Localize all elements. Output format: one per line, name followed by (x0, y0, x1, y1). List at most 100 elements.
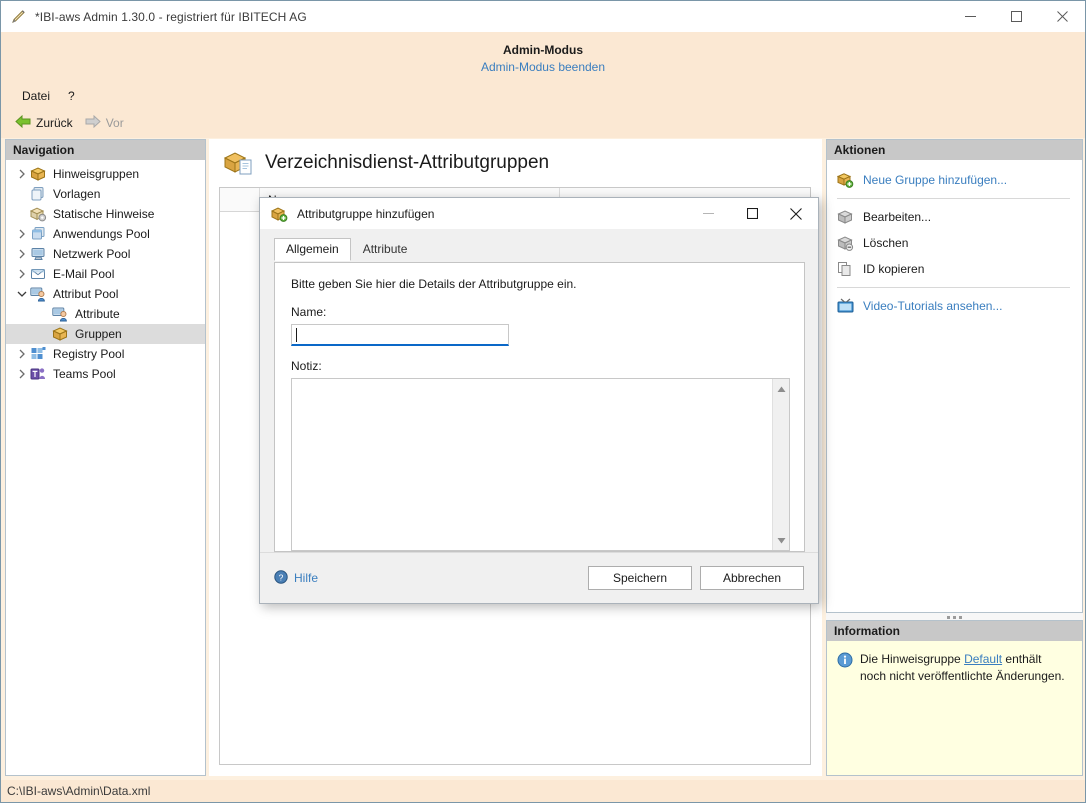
tab-allgemein[interactable]: Allgemein (274, 238, 351, 261)
templates-icon (30, 186, 47, 202)
sidebar-item-label: Attribut Pool (53, 287, 119, 301)
sidebar-item-registry-pool[interactable]: Registry Pool (6, 344, 205, 364)
dialog-minimize-button[interactable] (686, 198, 730, 229)
sidebar-item-label: Teams Pool (53, 367, 116, 381)
teams-icon (30, 366, 47, 382)
information-panel: Information Die Hinweisgruppe Default en… (826, 620, 1083, 776)
admin-mode-title: Admin-Modus (503, 42, 583, 57)
tv-icon (837, 298, 855, 314)
sidebar-item-anwendungs-pool[interactable]: Anwendungs Pool (6, 224, 205, 244)
dialog-action-buttons: Speichern Abbrechen (588, 566, 804, 590)
dialog-title-bar: Attributgruppe hinzufügen (260, 198, 818, 229)
forward-button[interactable]: Vor (79, 113, 130, 133)
admin-mode-exit-link[interactable]: Admin-Modus beenden (481, 60, 605, 74)
navigation-panel: Navigation Hinweisgruppen Vorlagen Statisc… (5, 139, 206, 776)
back-label: Zurück (36, 116, 73, 130)
dialog-title: Attributgruppe hinzufügen (297, 206, 435, 221)
directory-group-icon (223, 149, 253, 177)
sidebar-item-attribute[interactable]: Attribute (6, 304, 205, 324)
actions-panel: Aktionen Neue Gruppe hinzufügen... Bearbe… (826, 139, 1083, 613)
menu-bar: Datei ? (1, 84, 1085, 108)
back-arrow-icon (15, 114, 31, 131)
maximize-button[interactable] (993, 1, 1039, 32)
action-item-bearbeiten[interactable]: Bearbeiten... (827, 204, 1082, 230)
sidebar-item-label: Gruppen (75, 327, 122, 341)
actions-list: Neue Gruppe hinzufügen... Bearbeiten... Lö… (827, 160, 1082, 319)
sidebar-item-label: Hinweisgruppen (53, 167, 140, 181)
dialog-maximize-button[interactable] (730, 198, 774, 229)
dialog-tab-pane: Bitte geben Sie hier die Details der Att… (274, 262, 805, 552)
scroll-up-icon[interactable] (777, 382, 786, 396)
information-text: Die Hinweisgruppe Default enthält noch n… (860, 651, 1070, 685)
sidebar-item-gruppen[interactable]: Gruppen (6, 324, 205, 344)
chevron-right-icon[interactable] (14, 249, 30, 259)
info-icon (837, 652, 853, 668)
information-header: Information (827, 621, 1082, 641)
chevron-right-icon[interactable] (14, 349, 30, 359)
cancel-button[interactable]: Abbrechen (700, 566, 804, 590)
action-item-l-schen[interactable]: Löschen (827, 230, 1082, 256)
notiz-text-region[interactable] (292, 379, 772, 550)
add-package-icon (270, 206, 288, 222)
notiz-field-label: Notiz: (291, 359, 322, 373)
scroll-down-icon[interactable] (777, 533, 786, 547)
notiz-textarea[interactable] (291, 378, 790, 551)
sidebar-item-label: Anwendungs Pool (53, 227, 150, 241)
admin-mode-banner: Admin-Modus Admin-Modus beenden (1, 32, 1085, 84)
sidebar-item-netzwerk-pool[interactable]: Netzwerk Pool (6, 244, 205, 264)
status-bar-path: C:\IBI-aws\Admin\Data.xml (7, 784, 151, 798)
attribute-pool-icon (30, 286, 47, 302)
menu-item-help[interactable]: ? (59, 87, 84, 105)
network-icon (30, 246, 47, 262)
dialog-close-button[interactable] (774, 198, 818, 229)
chevron-right-icon[interactable] (14, 369, 30, 379)
tab-attribute[interactable]: Attribute (351, 238, 420, 261)
help-icon: ? (274, 569, 288, 587)
dialog-window-controls (686, 198, 818, 229)
minimize-button[interactable] (947, 1, 993, 32)
package-orange-icon (52, 326, 69, 342)
applications-icon (30, 226, 47, 242)
action-item-neue-gruppe-hinzuf-gen[interactable]: Neue Gruppe hinzufügen... (827, 167, 1082, 193)
sidebar-item-e-mail-pool[interactable]: E-Mail Pool (6, 264, 205, 284)
sidebar-item-teams-pool[interactable]: Teams Pool (6, 364, 205, 384)
sidebar-item-label: Registry Pool (53, 347, 125, 361)
sidebar-item-attribut-pool[interactable]: Attribut Pool (6, 284, 205, 304)
sidebar-item-label: E-Mail Pool (53, 267, 115, 281)
action-item-label: Neue Gruppe hinzufügen... (863, 173, 1008, 187)
sidebar-item-vorlagen[interactable]: Vorlagen (6, 184, 205, 204)
page-title: Verzeichnisdienst-Attributgruppen (265, 152, 550, 173)
chevron-right-icon[interactable] (14, 229, 30, 239)
sidebar-item-label: Statische Hinweise (53, 207, 155, 221)
actions-separator (837, 287, 1070, 288)
chevron-right-icon[interactable] (14, 269, 30, 279)
notiz-scrollbar[interactable] (772, 379, 789, 550)
help-link[interactable]: ? Hilfe (274, 569, 318, 587)
edit-package-icon (837, 209, 855, 225)
chevron-right-icon[interactable] (14, 169, 30, 179)
actions-header: Aktionen (827, 140, 1082, 160)
action-item-id-kopieren[interactable]: ID kopieren (827, 256, 1082, 282)
page-header: Verzeichnisdienst-Attributgruppen (209, 139, 822, 187)
chevron-down-icon[interactable] (14, 290, 30, 298)
application-window: *IBI-aws Admin 1.30.0 - registriert für … (0, 0, 1086, 803)
close-button[interactable] (1039, 1, 1085, 32)
name-input[interactable] (291, 324, 509, 346)
back-button[interactable]: Zurück (9, 113, 79, 133)
sidebar-item-label: Netzwerk Pool (53, 247, 131, 261)
splitter-dot (959, 616, 962, 619)
action-item-label: Bearbeiten... (863, 210, 932, 224)
info-link-default[interactable]: Default (964, 652, 1002, 666)
navigation-toolbar: Zurück Vor (1, 108, 1085, 138)
sidebar-item-hinweisgruppen[interactable]: Hinweisgruppen (6, 164, 205, 184)
dialog-tabs: Allgemein Attribute (260, 238, 818, 261)
registry-icon (30, 346, 47, 362)
information-body: Die Hinweisgruppe Default enthält noch n… (827, 641, 1082, 685)
grid-column-0[interactable] (220, 187, 260, 212)
window-title: *IBI-aws Admin 1.30.0 - registriert für … (35, 9, 307, 24)
menu-item-datei[interactable]: Datei (13, 87, 59, 105)
title-bar: *IBI-aws Admin 1.30.0 - registriert für … (1, 1, 1085, 32)
action-item-video-tutorials-ansehen[interactable]: Video-Tutorials ansehen... (827, 293, 1082, 319)
sidebar-item-statische-hinweise[interactable]: Statische Hinweise (6, 204, 205, 224)
save-button[interactable]: Speichern (588, 566, 692, 590)
